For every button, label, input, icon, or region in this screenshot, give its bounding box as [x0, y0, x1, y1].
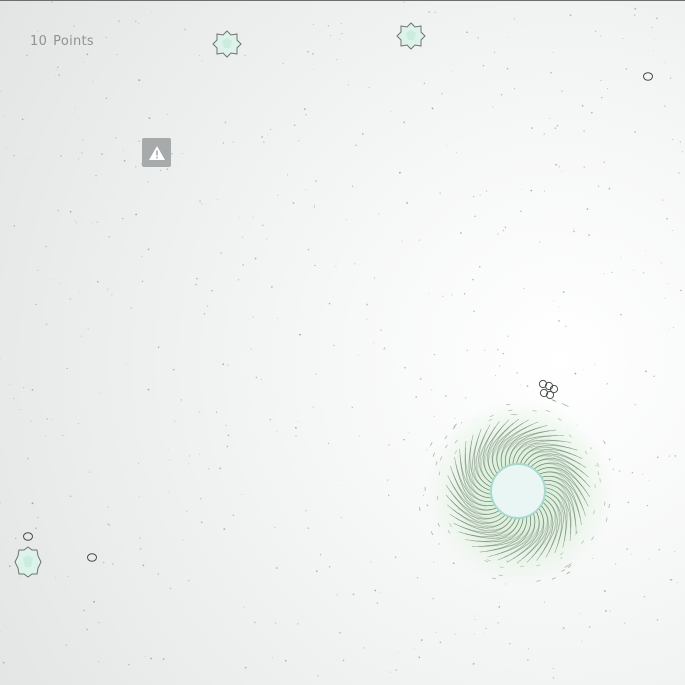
small-ring[interactable] — [642, 71, 654, 82]
score-display: 10 Points — [30, 34, 94, 49]
game-canvas[interactable]: 10 Points — [0, 0, 685, 685]
crystal-enemy[interactable] — [396, 21, 426, 51]
player-vortex[interactable] — [425, 399, 615, 589]
score-label: Points — [53, 34, 95, 49]
crystal-enemy[interactable] — [212, 29, 242, 59]
small-ring[interactable] — [86, 552, 98, 563]
warning-triangle-icon — [148, 145, 165, 160]
small-ring[interactable] — [22, 531, 34, 542]
crystal-enemy[interactable] — [14, 545, 42, 579]
ring-cluster[interactable] — [536, 377, 562, 401]
alert-button[interactable] — [142, 138, 171, 167]
score-value: 10 — [30, 34, 48, 49]
vortex-core — [490, 463, 546, 519]
